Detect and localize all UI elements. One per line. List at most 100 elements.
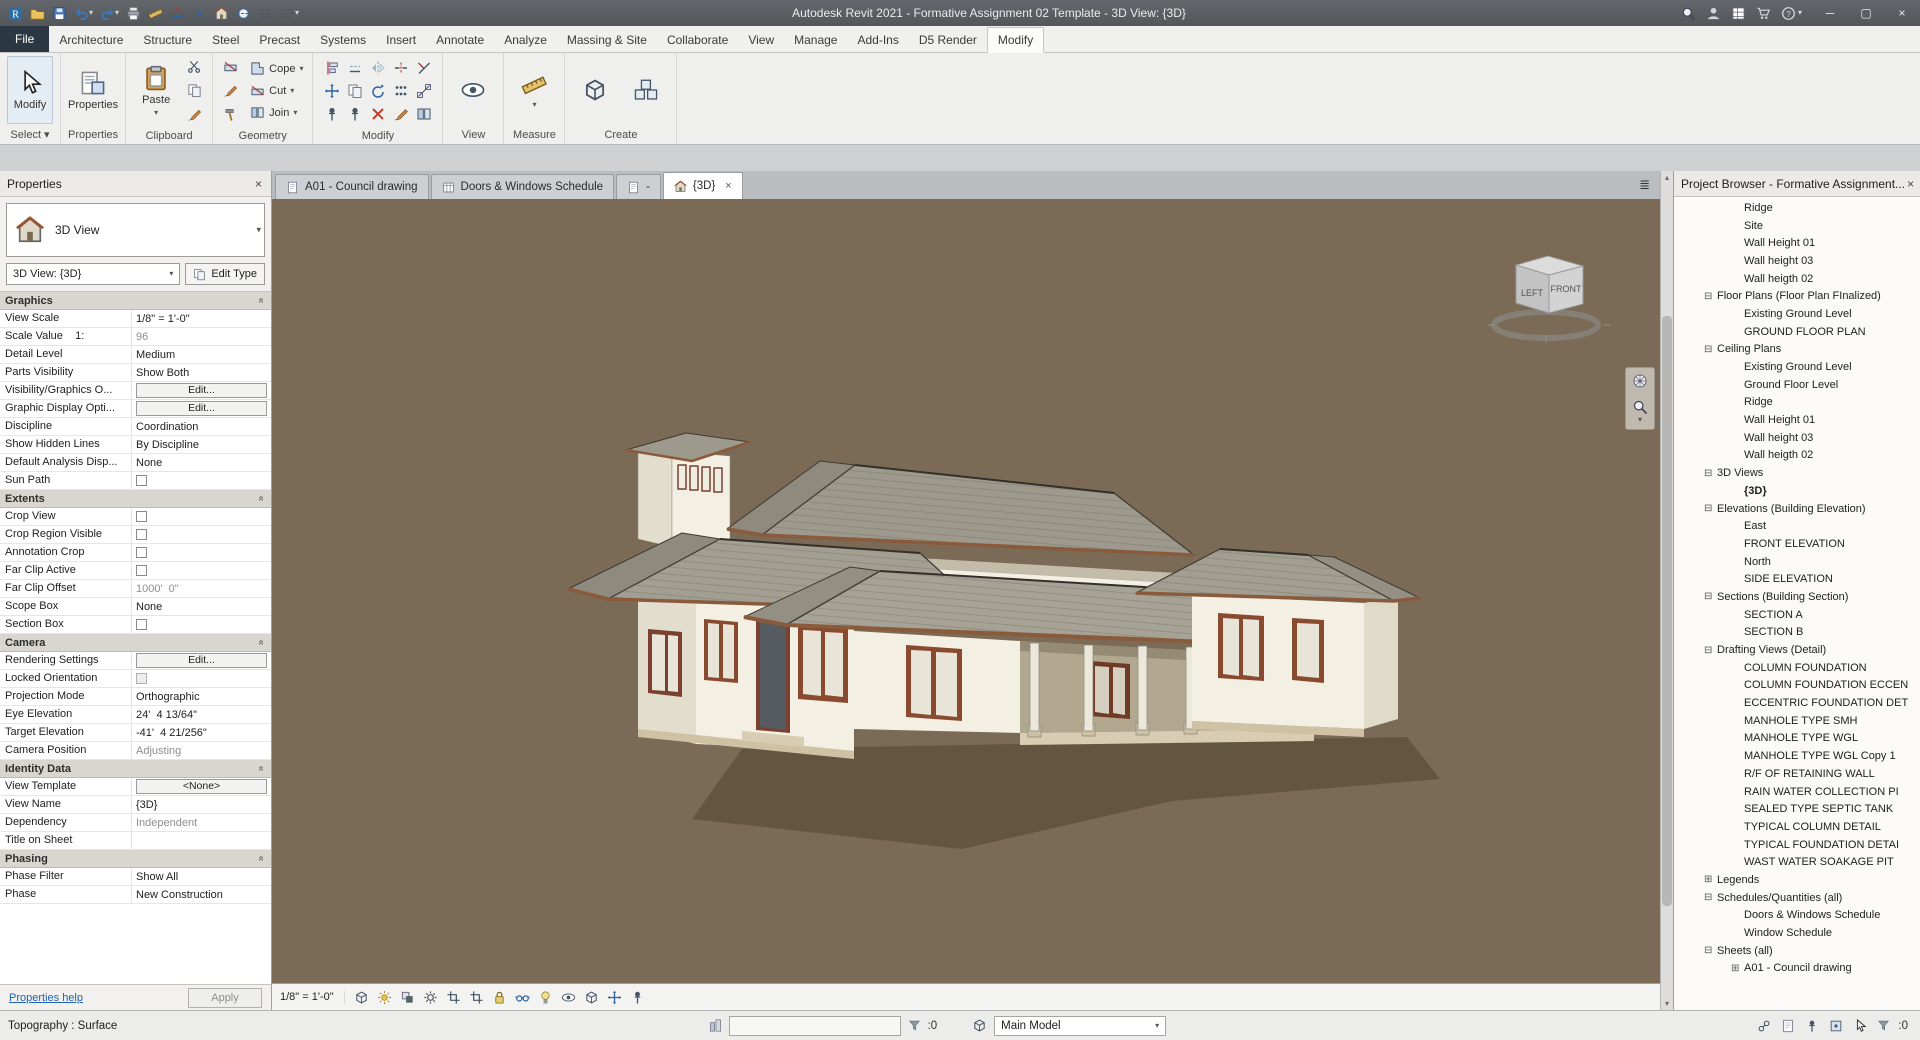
properties-toggle-button[interactable]: Properties [68, 56, 118, 124]
checkbox[interactable] [136, 529, 147, 540]
property-row[interactable]: Parts Visibility Show Both [0, 364, 271, 382]
checkbox[interactable] [136, 475, 147, 486]
show-crop-region-icon[interactable] [465, 986, 488, 1009]
mirror-icon[interactable] [366, 56, 389, 79]
browser-item[interactable]: North [1674, 553, 1920, 571]
revit-app-icon[interactable] [6, 3, 25, 23]
design-options-combo[interactable]: Main Model [994, 1016, 1166, 1036]
property-row[interactable]: Rendering Settings Edit... [0, 652, 271, 670]
reveal-hidden-elements-icon[interactable] [534, 986, 557, 1009]
demolish-icon[interactable] [220, 104, 241, 125]
paint-icon[interactable] [220, 80, 241, 101]
tab-list-icon[interactable]: ≣ [1629, 177, 1660, 193]
select-links-icon[interactable] [1754, 1016, 1773, 1035]
tab-collaborate[interactable]: Collaborate [657, 28, 738, 52]
select-by-face-icon[interactable] [1826, 1016, 1845, 1035]
temporary-view-properties-icon[interactable] [557, 986, 580, 1009]
tab-systems[interactable]: Systems [310, 28, 376, 52]
dropdown-caret-icon[interactable] [295, 9, 299, 17]
project-browser-header[interactable]: Project Browser - Formative Assignment..… [1674, 171, 1920, 197]
reveal-constraints-icon[interactable] [626, 986, 649, 1009]
browser-item[interactable]: Site [1674, 217, 1920, 235]
editable-filter-icon[interactable] [905, 1016, 924, 1035]
viewcube-front-face[interactable]: FRONT [1551, 284, 1582, 294]
align-icon[interactable] [320, 56, 343, 79]
checkbox[interactable] [136, 511, 147, 522]
cope-button[interactable]: Cope [248, 59, 305, 79]
text-icon[interactable] [190, 3, 209, 23]
scroll-down-icon[interactable] [1661, 997, 1673, 1010]
property-value[interactable] [132, 508, 271, 525]
browser-item[interactable]: Wall Height 01 [1674, 234, 1920, 252]
property-row[interactable]: Camera [0, 634, 271, 652]
checkbox[interactable] [136, 565, 147, 576]
visual-style-icon[interactable] [350, 986, 373, 1009]
checkbox[interactable] [136, 547, 147, 558]
create-group-icon[interactable] [623, 56, 669, 124]
viewport-scrollbar[interactable] [1660, 171, 1673, 1010]
cut-profile-icon[interactable] [220, 56, 241, 77]
save-icon[interactable] [50, 3, 69, 23]
property-row[interactable]: View Scale 1/8" = 1'-0" [0, 310, 271, 328]
browser-item[interactable]: WAST WATER SOAKAGE PIT [1674, 853, 1920, 871]
tree-expander-icon[interactable]: ⊟ [1704, 468, 1717, 479]
close-tab-icon[interactable] [725, 180, 731, 192]
workset-field[interactable] [729, 1016, 901, 1036]
property-row[interactable]: Eye Elevation 24' 4 13/64" [0, 706, 271, 724]
dropdown-caret-icon[interactable] [154, 109, 158, 117]
rotate-icon[interactable] [366, 79, 389, 102]
edit-button[interactable]: Edit... [136, 653, 267, 668]
tree-expander-icon[interactable]: ⊞ [1731, 963, 1744, 974]
property-row[interactable]: Camera Position Adjusting [0, 742, 271, 760]
property-row[interactable]: View Template <None> [0, 778, 271, 796]
tree-expander-icon[interactable]: ⊟ [1704, 291, 1717, 302]
property-row[interactable]: Far Clip Active [0, 562, 271, 580]
property-value[interactable]: <None> [132, 778, 271, 795]
browser-item[interactable]: ⊞ Legends [1674, 871, 1920, 889]
properties-header[interactable]: Properties [0, 171, 271, 197]
browser-item[interactable]: ECCENTRIC FOUNDATION DET [1674, 694, 1920, 712]
browser-item[interactable]: Doors & Windows Schedule [1674, 907, 1920, 925]
property-value[interactable]: Show All [132, 868, 271, 885]
browser-item[interactable]: SECTION A [1674, 606, 1920, 624]
property-row[interactable]: Title on Sheet [0, 832, 271, 850]
browser-item[interactable]: ⊞ A01 - Council drawing [1674, 960, 1920, 978]
property-row[interactable]: Dependency Independent [0, 814, 271, 832]
tab-steel[interactable]: Steel [202, 28, 249, 52]
browser-item[interactable]: MANHOLE TYPE WGL [1674, 730, 1920, 748]
property-value[interactable]: New Construction [132, 886, 271, 903]
override-graphics-icon[interactable] [450, 56, 496, 124]
property-row[interactable]: Phase Filter Show All [0, 868, 271, 886]
property-value[interactable] [132, 670, 271, 687]
checkbox[interactable] [136, 673, 147, 684]
copy-to-clipboard-icon[interactable] [184, 80, 205, 101]
sun-path-icon[interactable] [373, 986, 396, 1009]
delete-icon[interactable] [366, 102, 389, 125]
property-row[interactable]: Phasing [0, 850, 271, 868]
property-value[interactable] [132, 562, 271, 579]
browser-item[interactable]: Existing Ground Level [1674, 305, 1920, 323]
browser-item[interactable]: Wall heigth 02 [1674, 447, 1920, 465]
property-value[interactable]: Edit... [132, 400, 271, 417]
aligned-dimension-icon[interactable] [168, 3, 187, 23]
crop-view-icon[interactable] [442, 986, 465, 1009]
browser-item[interactable]: ⊟ Elevations (Building Elevation) [1674, 500, 1920, 518]
browser-item[interactable]: MANHOLE TYPE WGL Copy 1 [1674, 747, 1920, 765]
cart-icon[interactable] [1756, 6, 1771, 21]
unpin-icon[interactable] [343, 102, 366, 125]
property-row[interactable]: Crop View [0, 508, 271, 526]
move-icon[interactable] [320, 79, 343, 102]
match-icon[interactable] [389, 102, 412, 125]
browser-item[interactable]: Wall height 03 [1674, 252, 1920, 270]
measure-tool-icon[interactable] [511, 56, 557, 124]
worksets-icon[interactable] [706, 1016, 725, 1035]
select-underlay-icon[interactable] [1778, 1016, 1797, 1035]
browser-item[interactable]: Window Schedule [1674, 924, 1920, 942]
tree-expander-icon[interactable]: ⊟ [1704, 591, 1717, 602]
property-row[interactable]: Detail Level Medium [0, 346, 271, 364]
browser-item[interactable]: MANHOLE TYPE SMH [1674, 712, 1920, 730]
property-row[interactable]: Discipline Coordination [0, 418, 271, 436]
dropdown-caret-icon[interactable] [293, 109, 297, 117]
create-parts-icon[interactable] [572, 56, 618, 124]
redo-icon[interactable] [98, 3, 121, 23]
